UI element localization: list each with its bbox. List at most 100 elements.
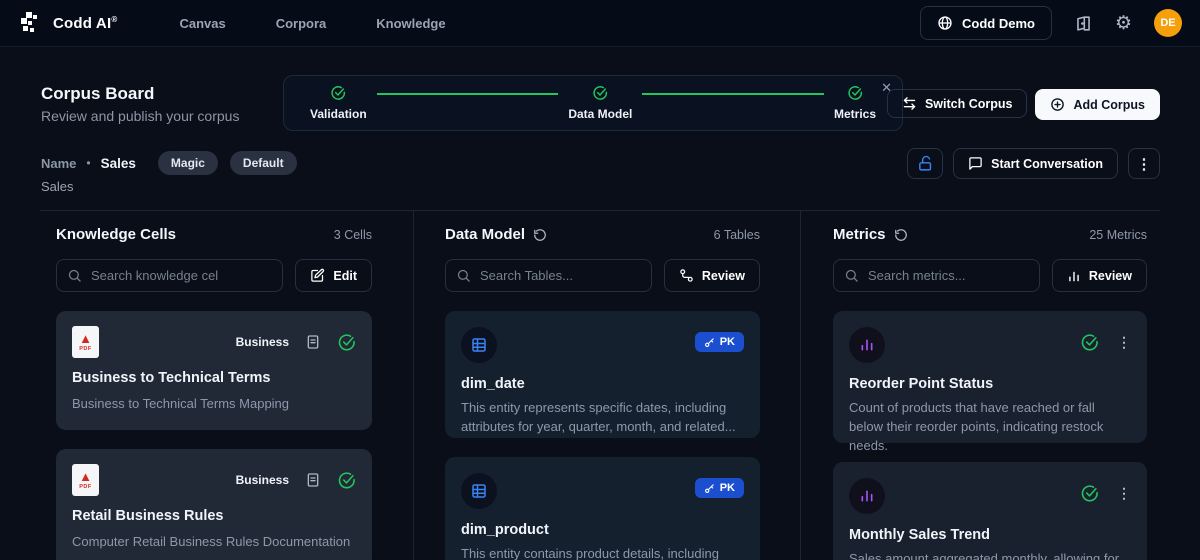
metrics-search-input[interactable]: [833, 259, 1040, 292]
primary-key-badge: PK: [694, 332, 744, 352]
data-model-column: Data Model 6 Tables Search Tables... Rev…: [413, 211, 800, 560]
start-conversation-button[interactable]: Start Conversation: [953, 148, 1118, 179]
chat-bubble-icon: [968, 156, 983, 171]
table-grid-icon: [461, 473, 497, 509]
card-description: This entity contains product details, in…: [461, 546, 719, 560]
metric-card[interactable]: ⋮ Monthly Sales Trend Sales amount aggre…: [833, 462, 1147, 560]
tables-search-input[interactable]: [445, 259, 652, 292]
document-icon[interactable]: [305, 472, 321, 488]
table-card[interactable]: PK dim_product This entity contains prod…: [445, 457, 760, 560]
step-label: Data Model: [568, 107, 633, 121]
kebab-icon: ⋮: [1136, 155, 1152, 173]
nav-link-corpora[interactable]: Corpora: [276, 16, 327, 31]
conversation-actions: Start Conversation ⋮: [907, 148, 1160, 179]
unlock-icon: [917, 155, 934, 172]
knowledge-search-input[interactable]: [56, 259, 284, 292]
nav-link-knowledge[interactable]: Knowledge: [376, 16, 445, 31]
page-title: Corpus Board: [41, 84, 155, 103]
card-description: Business to Technical Terms Mapping: [72, 396, 290, 411]
corpus-actions: Switch Corpus Add Corpus: [886, 89, 1160, 120]
exit-door-button[interactable]: [1074, 14, 1093, 33]
more-options-button[interactable]: ⋮: [1128, 148, 1160, 179]
table-card[interactable]: PK dim_date This entity represents speci…: [445, 311, 760, 438]
metrics-title: Metrics: [833, 226, 886, 243]
step-metrics: Metrics: [834, 85, 876, 121]
lock-button[interactable]: [907, 148, 944, 179]
review-label: Review: [701, 268, 745, 283]
plus-circle-icon: [1050, 97, 1065, 112]
nav-link-canvas[interactable]: Canvas: [179, 16, 225, 31]
swap-arrows-icon: [902, 96, 917, 111]
workspace-selector-button[interactable]: Codd Demo: [920, 6, 1052, 40]
schema-nodes-icon: [679, 268, 694, 283]
check-circle-icon: [1080, 484, 1099, 503]
review-label: Review: [1088, 268, 1132, 283]
data-model-title: Data Model: [445, 226, 526, 243]
door-exit-icon: [1074, 14, 1093, 33]
refresh-icon[interactable]: [533, 228, 547, 242]
card-title: Retail Business Rules: [72, 508, 224, 524]
settings-button[interactable]: ⚙: [1115, 14, 1132, 33]
edit-knowledge-button[interactable]: Edit: [295, 259, 372, 292]
edit-label: Edit: [333, 268, 357, 283]
metric-kebab-icon[interactable]: ⋮: [1117, 334, 1131, 351]
key-icon: [704, 483, 715, 494]
metrics-search: [833, 259, 1040, 292]
navbar-right: Codd Demo ⚙ DE: [920, 6, 1182, 40]
check-circle-icon: [337, 471, 356, 490]
step-data-model: Data Model: [568, 85, 632, 121]
page-header: Corpus Board Review and publish your cor…: [40, 47, 1160, 210]
add-corpus-label: Add Corpus: [1073, 97, 1145, 112]
metric-chart-icon: [849, 327, 885, 363]
navbar: Codd AI® Canvas Corpora Knowledge Codd D…: [0, 0, 1200, 47]
step-connector: [376, 93, 559, 95]
brand[interactable]: Codd AI®: [18, 10, 117, 36]
codd-ai-logo-icon: [18, 10, 44, 36]
review-metrics-button[interactable]: Review: [1051, 259, 1147, 292]
step-label: Validation: [310, 107, 367, 121]
corpus-name-row: Name • Sales Magic Default: [41, 151, 297, 175]
data-model-count: 6 Tables: [713, 227, 760, 242]
dot-separator: •: [86, 156, 91, 170]
knowledge-card[interactable]: ▲ PDF Business Retail Business Rules Comp…: [56, 449, 372, 560]
bar-chart-icon: [1067, 269, 1081, 283]
check-circle-icon: [847, 85, 863, 101]
corpus-subtext: Sales: [41, 179, 74, 194]
check-circle-icon: [330, 85, 346, 101]
primary-key-badge: PK: [694, 478, 744, 498]
pk-label: PK: [719, 336, 735, 348]
switch-corpus-label: Switch Corpus: [924, 96, 1013, 111]
switch-corpus-button[interactable]: Switch Corpus: [886, 89, 1028, 118]
board-columns: Knowledge Cells 3 Cells Edi: [40, 211, 1160, 560]
metric-kebab-icon[interactable]: ⋮: [1117, 485, 1131, 502]
add-corpus-button[interactable]: Add Corpus: [1035, 89, 1160, 120]
pdf-file-icon: ▲ PDF: [72, 464, 99, 496]
document-icon[interactable]: [305, 334, 321, 350]
knowledge-card[interactable]: ▲ PDF Business Business to Technical Term…: [56, 311, 372, 430]
knowledge-cells-count: 3 Cells: [333, 227, 372, 242]
progress-stepper: Validation Data Model Metrics ✕: [283, 75, 903, 131]
card-title: Reorder Point Status: [849, 376, 994, 392]
card-description: Computer Retail Business Rules Documenta…: [72, 534, 351, 549]
badge-magic[interactable]: Magic: [157, 151, 218, 175]
badge-default[interactable]: Default: [229, 151, 297, 175]
metrics-column: Metrics 25 Metrics Search metrics... Rev…: [800, 211, 1160, 560]
knowledge-search: [56, 259, 284, 292]
card-title: Business to Technical Terms: [72, 370, 271, 386]
refresh-icon[interactable]: [894, 228, 908, 242]
registered-mark: ®: [111, 14, 118, 24]
brand-name: Codd AI®: [53, 14, 118, 32]
review-tables-button[interactable]: Review: [663, 259, 760, 292]
check-circle-icon: [1080, 333, 1099, 352]
name-label: Name: [41, 155, 77, 171]
metric-card[interactable]: ⋮ Reorder Point Status Count of products…: [833, 311, 1147, 453]
knowledge-cells-column: Knowledge Cells 3 Cells Edi: [40, 211, 413, 560]
edit-pencil-icon: [310, 268, 325, 283]
pdf-file-icon: ▲ PDF: [72, 326, 99, 358]
table-grid-icon: [461, 327, 497, 363]
check-circle-icon: [337, 333, 356, 352]
step-connector: [642, 93, 824, 95]
pk-label: PK: [719, 482, 735, 494]
globe-icon: [937, 15, 953, 31]
user-avatar[interactable]: DE: [1154, 9, 1182, 37]
